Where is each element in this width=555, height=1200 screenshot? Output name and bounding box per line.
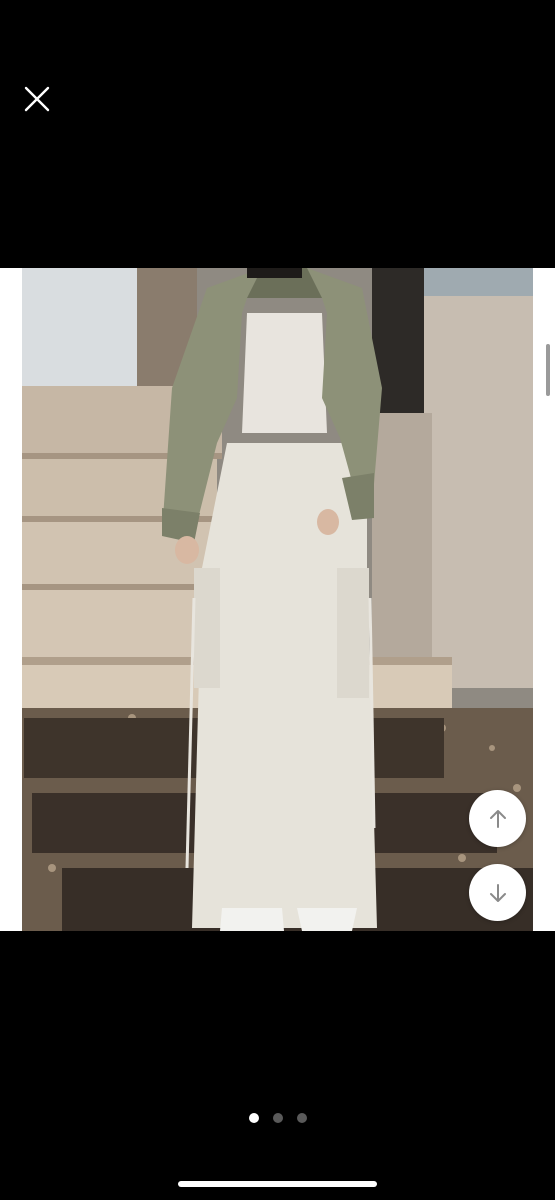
product-photo-illustration — [22, 268, 533, 931]
arrow-up-icon — [489, 809, 506, 828]
arrow-down-icon — [489, 883, 506, 902]
page-dot-2[interactable] — [272, 1113, 283, 1123]
next-image-button[interactable] — [469, 864, 526, 921]
home-indicator[interactable] — [178, 1181, 377, 1187]
close-button[interactable] — [18, 80, 56, 118]
page-dot-3[interactable] — [296, 1113, 307, 1123]
page-indicator — [0, 1113, 555, 1123]
product-photo — [22, 268, 533, 931]
scroll-indicator[interactable] — [546, 344, 550, 396]
previous-image-button[interactable] — [469, 790, 526, 847]
page-dot-1[interactable] — [248, 1113, 259, 1123]
close-icon — [24, 86, 50, 112]
